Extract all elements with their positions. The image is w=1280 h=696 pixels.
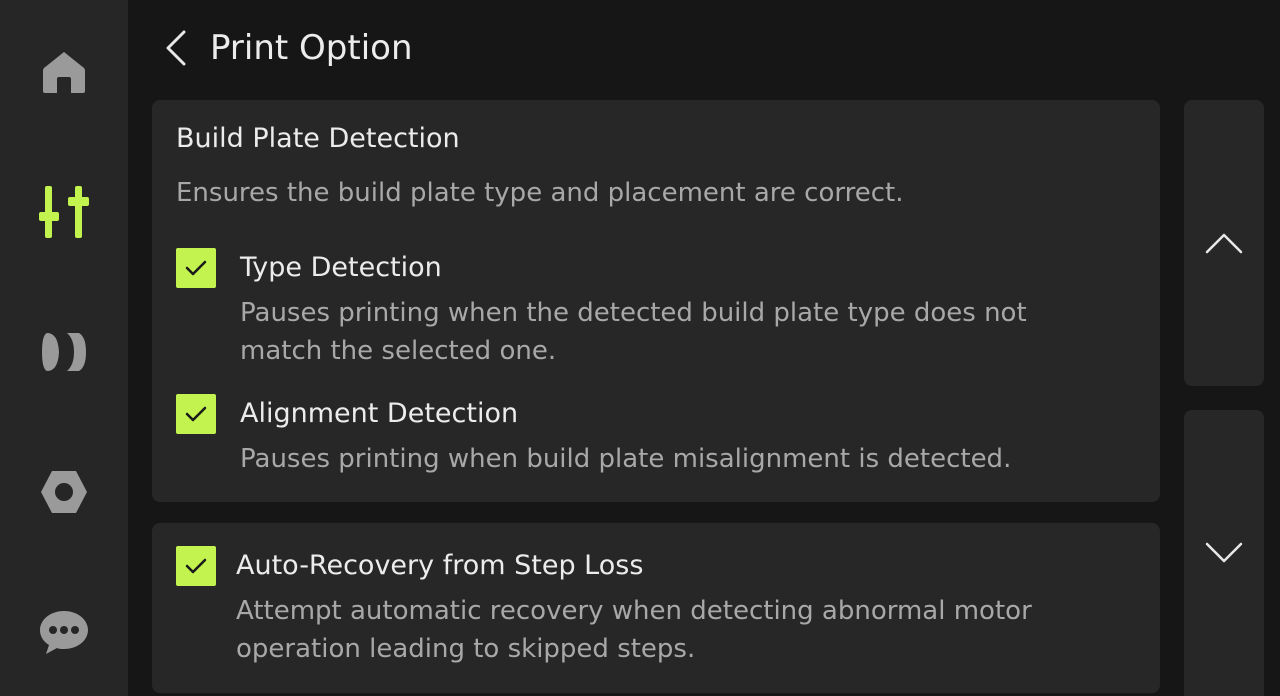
auto-recovery-card: Auto-Recovery from Step Loss Attempt aut…	[152, 523, 1160, 693]
description-line: Pauses printing when the detected build …	[240, 298, 1027, 328]
type-detection-label: Type Detection	[240, 252, 442, 283]
description-line: operation leading to skipped steps.	[236, 634, 696, 664]
page-title: Print Option	[210, 28, 413, 68]
sidebar-item-settings[interactable]	[0, 452, 128, 532]
home-icon	[43, 52, 85, 93]
alignment-detection-label: Alignment Detection	[240, 398, 519, 429]
sidebar-item-controls[interactable]	[0, 172, 128, 252]
check-icon	[185, 406, 207, 422]
back-button[interactable]	[156, 22, 196, 74]
alignment-detection-option: Alignment Detection Pauses printing when…	[176, 394, 1136, 484]
filament-icon	[42, 333, 86, 371]
chat-icon	[40, 611, 88, 654]
scroll-down-button[interactable]	[1184, 410, 1264, 696]
auto-recovery-description: Attempt automatic recovery when detectin…	[236, 592, 1116, 668]
alignment-detection-checkbox[interactable]	[176, 394, 216, 434]
type-detection-checkbox[interactable]	[176, 248, 216, 288]
description-line: Attempt automatic recovery when detectin…	[236, 596, 1032, 626]
settings-nut-icon	[41, 471, 87, 513]
controls-icon	[39, 186, 89, 238]
type-detection-description: Pauses printing when the detected build …	[240, 294, 1120, 370]
sidebar-item-filament[interactable]	[0, 312, 128, 392]
sidebar-item-chat[interactable]	[0, 592, 128, 672]
chevron-down-icon	[1205, 542, 1243, 563]
check-icon	[185, 260, 207, 276]
scroll-up-button[interactable]	[1184, 100, 1264, 386]
header: Print Option	[128, 0, 1280, 96]
sidebar-item-home[interactable]	[0, 32, 128, 112]
auto-recovery-option: Auto-Recovery from Step Loss Attempt aut…	[176, 546, 1136, 686]
description-line: match the selected one.	[240, 336, 557, 366]
check-icon	[185, 558, 207, 574]
alignment-detection-description: Pauses printing when build plate misalig…	[240, 444, 1012, 474]
type-detection-option: Type Detection Pauses printing when the …	[176, 248, 1136, 368]
section-description: Ensures the build plate type and placeme…	[176, 178, 904, 208]
print-option-screen: Print Option Build Plate Detection Ensur…	[0, 0, 1280, 696]
chevron-left-icon	[166, 30, 186, 66]
auto-recovery-label: Auto-Recovery from Step Loss	[236, 550, 644, 581]
sidebar	[0, 0, 128, 696]
auto-recovery-checkbox[interactable]	[176, 546, 216, 586]
build-plate-detection-card: Build Plate Detection Ensures the build …	[152, 100, 1160, 502]
section-title: Build Plate Detection	[176, 123, 460, 154]
chevron-up-icon	[1205, 233, 1243, 254]
